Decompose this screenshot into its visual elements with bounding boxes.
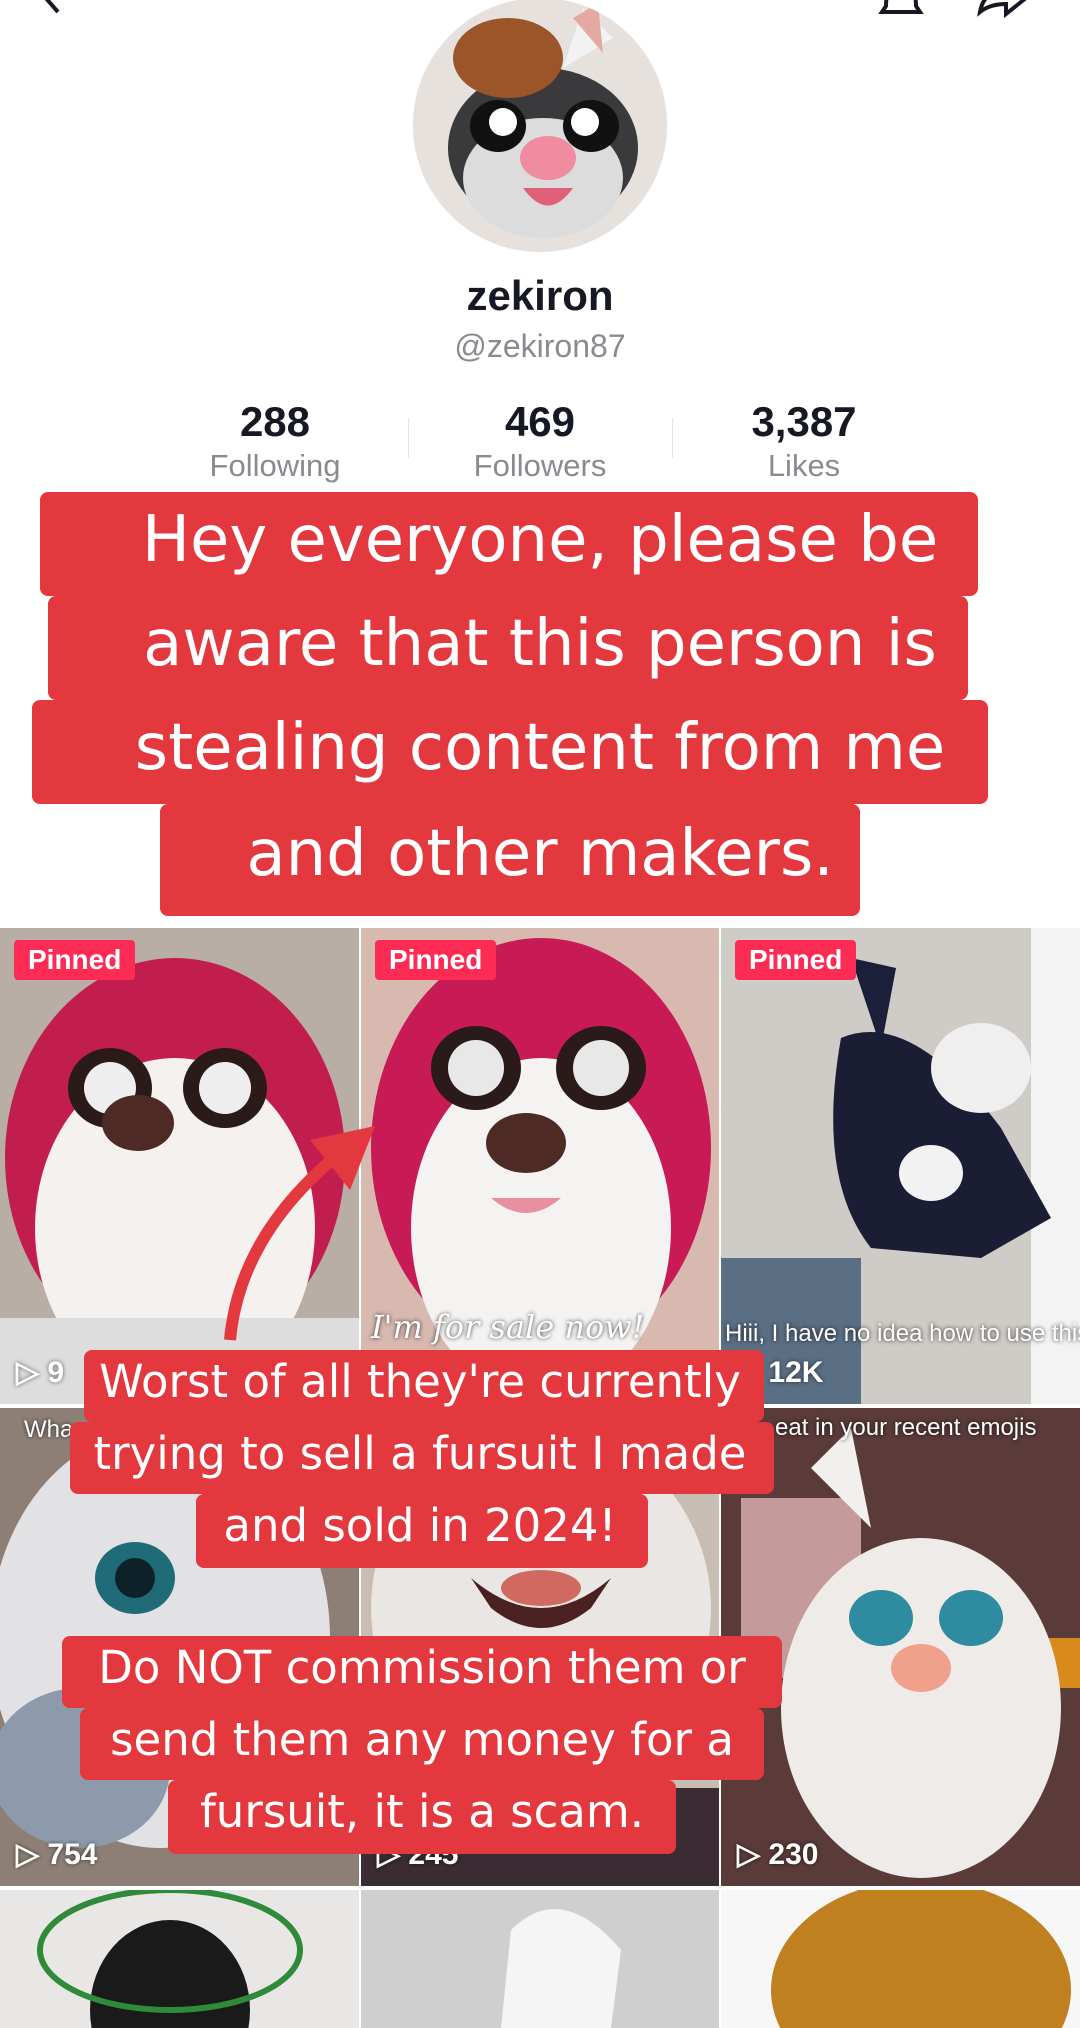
share-button[interactable] [972,0,1032,25]
thumbnail-image [361,1890,719,2028]
likes-stat: 3,387 Likes [684,398,924,486]
back-button[interactable] [30,0,70,21]
thumbnail-image [721,1890,1080,2028]
warning-text-line: Hey everyone, please be [141,503,939,577]
warning-text-line: stealing content from me [134,711,946,785]
followers-count: 469 [504,398,576,445]
back-arrow-icon [44,0,60,14]
followers-label: Followers [473,448,607,483]
share-icon [977,0,1027,19]
warning-text-line: send them any money for a [110,1713,734,1766]
pinned-badge: Pinned [14,940,136,980]
notification-button[interactable] [876,0,926,25]
video-caption: Hiii, I have no idea how to use this app [725,1320,1080,1347]
stat-divider [408,418,409,458]
following-label: Following [209,448,341,483]
warning-text-line: Do NOT commission them or [98,1641,746,1694]
warning-text-line: Worst of all they're currently [99,1355,741,1408]
pinned-badge: Pinned [735,940,857,980]
bell-icon [878,0,924,14]
fursuit-avatar-image [413,0,667,252]
following-stat[interactable]: 288 Following [155,398,395,486]
warning-text-line: aware that this person is [143,607,937,681]
video-thumbnail[interactable]: Pinned I'm for sale now! [361,928,719,1404]
username-handle: @zekiron87 [454,328,626,364]
thumbnail-image [0,1890,359,2028]
video-thumbnail[interactable]: Pinned Hiii, I have no idea how to use t… [721,928,1080,1404]
pinned-badge: Pinned [375,940,497,980]
video-thumbnail[interactable] [721,1890,1080,2028]
warning-text-line: and other makers. [246,817,834,891]
display-name: zekiron [466,272,614,319]
followers-stat[interactable]: 469 Followers [420,398,660,486]
warning-text-line: fursuit, it is a scam. [199,1785,645,1838]
video-caption: I'm for sale now! [371,1308,645,1346]
likes-count: 3,387 [751,398,857,445]
video-thumbnail[interactable] [0,1890,359,2028]
avatar[interactable] [413,0,667,252]
likes-label: Likes [767,448,841,483]
stat-divider [672,418,673,458]
red-arrow-annotation [224,1126,375,1341]
warning-text-line: and sold in 2024! [223,1499,617,1552]
following-count: 288 [239,398,311,445]
warning-text-line: trying to sell a fursuit I made [93,1427,747,1480]
video-thumbnail[interactable] [361,1890,719,2028]
